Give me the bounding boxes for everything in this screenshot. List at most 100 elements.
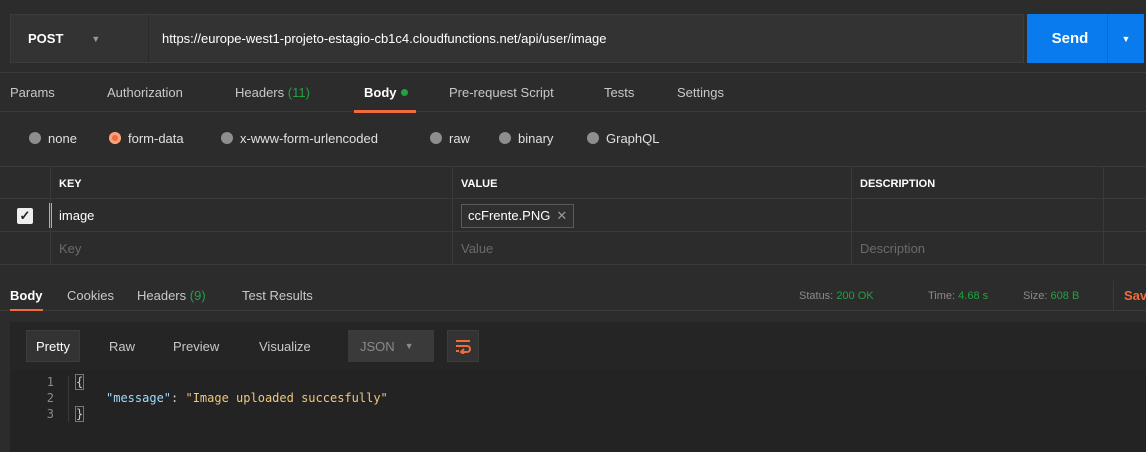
code-text: }	[74, 406, 85, 422]
time-value: 4.68 s	[958, 290, 989, 302]
radio-icon	[29, 132, 41, 144]
visualize-button[interactable]: Visualize	[250, 330, 320, 362]
radio-icon	[499, 132, 511, 144]
raw-button[interactable]: Raw	[100, 330, 144, 362]
preview-button[interactable]: Preview	[164, 330, 228, 362]
radio-binary[interactable]: binary	[499, 123, 553, 153]
json-key: "message"	[106, 391, 172, 405]
tab-body[interactable]: Body	[354, 73, 415, 113]
radio-raw[interactable]: raw	[430, 123, 470, 153]
status-label: Status:	[799, 290, 834, 302]
response-body-code[interactable]: 1 { 2 "message": "Image uploaded succesf…	[10, 370, 1146, 452]
open-brace: {	[74, 374, 85, 390]
body-type-radios: none form-data x-www-form-urlencoded raw…	[0, 123, 1146, 153]
checkbox-checked-icon[interactable]: ✓	[17, 207, 33, 224]
radio-form-data[interactable]: form-data	[109, 123, 184, 153]
size-readout: Size: 608 B	[1023, 281, 1079, 311]
radio-label: x-www-form-urlencoded	[240, 130, 378, 146]
pretty-button[interactable]: Pretty	[26, 330, 80, 362]
radio-selected-icon	[109, 132, 121, 144]
table-header-row: KEY VALUE DESCRIPTION	[0, 166, 1146, 200]
response-tab-headers-count: (9)	[189, 288, 206, 303]
send-button[interactable]: Send ▼	[1027, 14, 1144, 63]
save-response-button[interactable]: Save	[1113, 281, 1146, 311]
close-icon[interactable]: ✕	[556, 208, 567, 224]
response-tab-test-results[interactable]: Test Results	[242, 281, 313, 311]
send-label: Send	[1051, 30, 1089, 47]
response-tabs: Body Cookies Headers (9) Test Results St…	[0, 281, 1146, 311]
radio-label: raw	[449, 130, 470, 146]
row-checkbox-cell: ✓	[0, 199, 50, 232]
size-label: Size:	[1023, 290, 1048, 302]
radio-label: form-data	[128, 130, 184, 146]
json-format-select[interactable]: JSON ▼	[348, 330, 434, 362]
column-header-value: VALUE	[452, 167, 851, 200]
time-readout: Time: 4.68 s	[928, 281, 988, 311]
status-readout: Status: 200 OK	[799, 281, 874, 311]
radio-label: GraphQL	[606, 130, 660, 146]
value-field[interactable]: ccFrente.PNG ✕	[452, 199, 851, 232]
response-tab-body[interactable]: Body	[10, 281, 43, 311]
table-row-empty: Key Value Description	[0, 232, 1146, 265]
header-check-cell	[0, 167, 50, 200]
radio-none[interactable]: none	[29, 123, 77, 153]
close-brace: }	[74, 406, 85, 422]
url-input[interactable]: https://europe-west1-projeto-estagio-cb1…	[149, 31, 606, 46]
radio-label: binary	[518, 130, 554, 146]
method-label: POST	[28, 31, 64, 46]
send-dropdown-icon[interactable]: ▼	[1108, 34, 1144, 44]
radio-icon	[587, 132, 599, 144]
radio-icon	[430, 132, 442, 144]
size-value: 608 B	[1050, 290, 1080, 302]
table-row: ✓ image ccFrente.PNG ✕	[0, 199, 1146, 232]
row-checkbox-cell	[0, 232, 50, 265]
description-field[interactable]	[851, 199, 1103, 232]
wrap-line-button[interactable]	[447, 330, 479, 362]
column-header-extra	[1103, 167, 1146, 200]
tab-authorization[interactable]: Authorization	[107, 73, 183, 113]
json-colon: :	[171, 391, 186, 405]
file-chip: ccFrente.PNG ✕	[461, 203, 575, 228]
radio-label: none	[48, 130, 77, 146]
body-active-dot-icon	[400, 89, 408, 96]
tab-headers-label: Headers	[235, 85, 285, 100]
file-name: ccFrente.PNG	[468, 208, 551, 223]
request-tabs: Params Authorization Headers (11) Body P…	[0, 72, 1146, 113]
response-tab-headers-label: Headers	[137, 288, 187, 303]
time-label: Time:	[928, 290, 956, 302]
request-url-bar: POST ▼ https://europe-west1-projeto-esta…	[10, 14, 1024, 63]
line-number: 3	[46, 407, 54, 421]
json-format-label: JSON	[360, 338, 395, 354]
tab-params[interactable]: Params	[10, 73, 55, 113]
chevron-down-icon: ▼	[404, 341, 414, 351]
tab-tests[interactable]: Tests	[604, 73, 634, 113]
form-data-table: KEY VALUE DESCRIPTION ✓ image ccFrente.P…	[0, 166, 1146, 265]
column-header-key: KEY	[50, 167, 452, 200]
code-text: "message": "Image uploaded succesfully"	[106, 390, 388, 406]
tab-headers[interactable]: Headers (11)	[235, 73, 310, 113]
tab-settings[interactable]: Settings	[677, 73, 724, 113]
row-extra-cell	[1103, 199, 1146, 232]
radio-icon	[221, 132, 233, 144]
json-string-value: "Image uploaded succesfully"	[185, 391, 388, 405]
key-placeholder-field[interactable]: Key	[50, 232, 452, 265]
radio-x-www-form-urlencoded[interactable]: x-www-form-urlencoded	[221, 123, 378, 153]
value-placeholder-field[interactable]: Value	[452, 232, 851, 265]
tab-body-label: Body	[364, 85, 397, 100]
response-tab-cookies[interactable]: Cookies	[67, 281, 114, 311]
row-extra-cell	[1103, 232, 1146, 265]
key-field[interactable]: image	[50, 199, 452, 232]
column-header-description: DESCRIPTION	[851, 167, 1103, 200]
wrap-lines-icon	[456, 340, 471, 354]
tab-headers-count: (11)	[287, 85, 310, 100]
tab-pre-request-script[interactable]: Pre-request Script	[449, 73, 554, 113]
radio-graphql[interactable]: GraphQL	[587, 123, 659, 153]
code-line: 2 "message": "Image uploaded succesfully…	[10, 390, 1146, 406]
chevron-down-icon: ▼	[91, 33, 101, 44]
response-format-bar: Pretty Raw Preview Visualize JSON ▼	[10, 322, 1146, 370]
code-line: 3 }	[10, 406, 1146, 422]
status-value: 200 OK	[836, 290, 874, 302]
response-tab-headers[interactable]: Headers (9)	[137, 281, 206, 311]
description-placeholder-field[interactable]: Description	[851, 232, 1103, 265]
method-select[interactable]: POST ▼	[11, 15, 149, 62]
